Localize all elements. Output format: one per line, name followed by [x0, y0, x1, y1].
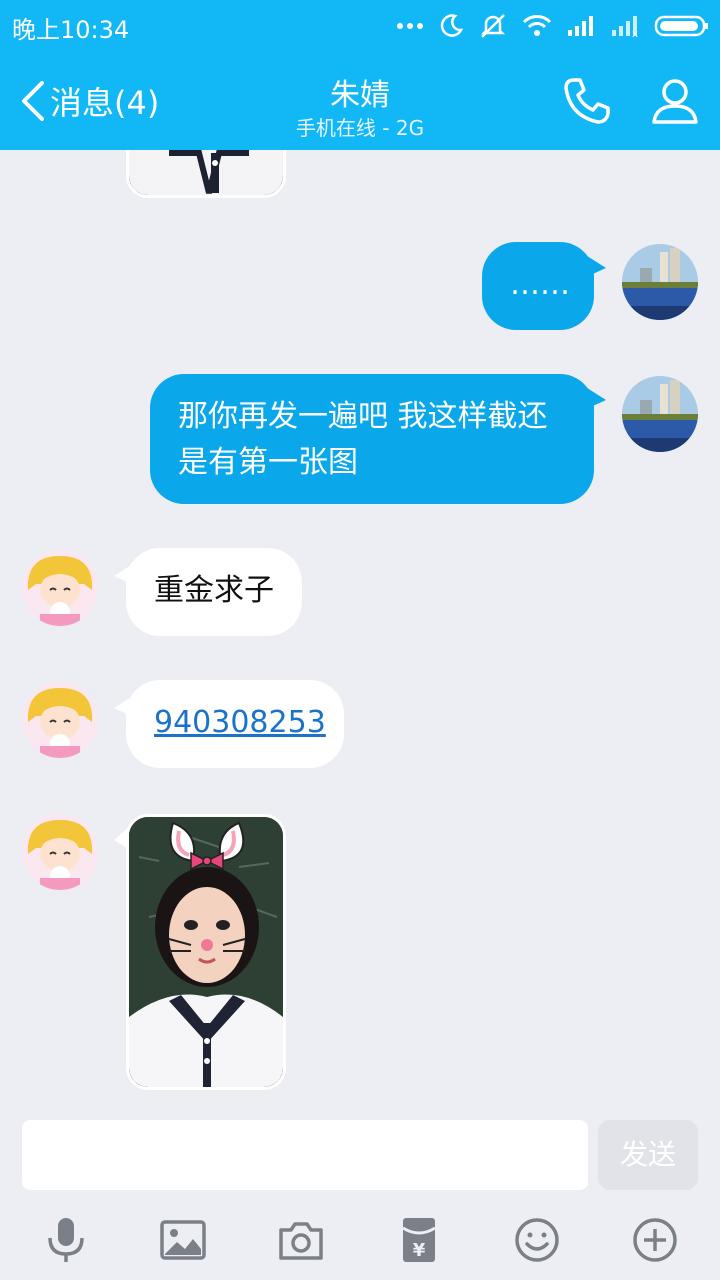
contact-message-bubble[interactable]: 940308253	[126, 680, 344, 768]
battery-icon	[654, 15, 708, 37]
microphone-icon	[48, 1218, 84, 1262]
more-button[interactable]	[631, 1216, 679, 1264]
send-button[interactable]: 发送	[598, 1120, 698, 1190]
moon-icon	[440, 14, 464, 37]
bubble-tail	[584, 386, 606, 410]
chat-header: 消息(4) 朱婧 手机在线 - 2G	[0, 52, 720, 150]
bubble-tail	[584, 254, 606, 278]
status-icons: x	[396, 8, 710, 44]
more-dots-icon	[397, 23, 423, 29]
my-message-bubble[interactable]: ……	[482, 242, 594, 330]
red-packet-button[interactable]: ¥	[395, 1216, 443, 1264]
chat-area[interactable]: …… 那你再发一遍吧 我这样截还是有第一张图 重金求子 940308253	[0, 150, 720, 1110]
selfie-photo-icon	[129, 817, 283, 1087]
emoji-button[interactable]	[513, 1216, 561, 1264]
image-icon	[160, 1220, 206, 1260]
contact-avatar[interactable]	[22, 682, 98, 758]
svg-text:¥: ¥	[413, 1240, 426, 1261]
svg-text:x: x	[632, 29, 638, 38]
number-link[interactable]: 940308253	[154, 705, 326, 740]
contact-message-bubble[interactable]: 重金求子	[126, 548, 302, 636]
image-message[interactable]	[126, 814, 286, 1090]
status-time: 晚上10:34	[12, 16, 130, 44]
gallery-button[interactable]	[159, 1216, 207, 1264]
avatar-anime-icon	[22, 814, 98, 890]
message-text: 那你再发一遍吧 我这样截还是有第一张图	[178, 399, 548, 480]
avatar-landscape-icon	[622, 376, 698, 452]
contact-avatar[interactable]	[22, 550, 98, 626]
image-message-partial[interactable]	[126, 150, 286, 198]
status-bar: 晚上10:34 x	[0, 0, 720, 52]
wifi-icon	[522, 15, 552, 36]
signal-weak-icon: x	[612, 16, 638, 38]
camera-button[interactable]	[277, 1216, 325, 1264]
message-text: 重金求子	[154, 573, 274, 608]
camera-icon	[279, 1222, 323, 1260]
mute-icon	[480, 14, 506, 38]
my-avatar[interactable]	[622, 376, 698, 452]
top-bar: 晚上10:34 x 消息(4) 朱婧 手机在线 - 2G	[0, 0, 720, 150]
message-input[interactable]	[22, 1120, 588, 1190]
photo-thumbnail-icon	[129, 150, 283, 195]
avatar-landscape-icon	[622, 244, 698, 320]
contact-avatar[interactable]	[22, 814, 98, 890]
avatar-anime-icon	[22, 682, 98, 758]
profile-button[interactable]	[648, 74, 702, 132]
plus-icon	[633, 1218, 677, 1262]
emoji-icon	[515, 1218, 559, 1262]
message-text: ……	[510, 267, 570, 302]
person-icon	[652, 79, 698, 124]
voice-button[interactable]	[42, 1216, 90, 1264]
call-button[interactable]	[560, 74, 614, 132]
bottom-toolbar: ¥	[0, 1200, 720, 1280]
red-packet-icon: ¥	[402, 1218, 436, 1262]
avatar-anime-icon	[22, 550, 98, 626]
my-avatar[interactable]	[622, 244, 698, 320]
my-message-bubble[interactable]: 那你再发一遍吧 我这样截还是有第一张图	[150, 374, 594, 504]
input-row: 发送	[0, 1110, 720, 1200]
phone-icon	[564, 78, 610, 124]
signal-icon	[568, 16, 593, 36]
